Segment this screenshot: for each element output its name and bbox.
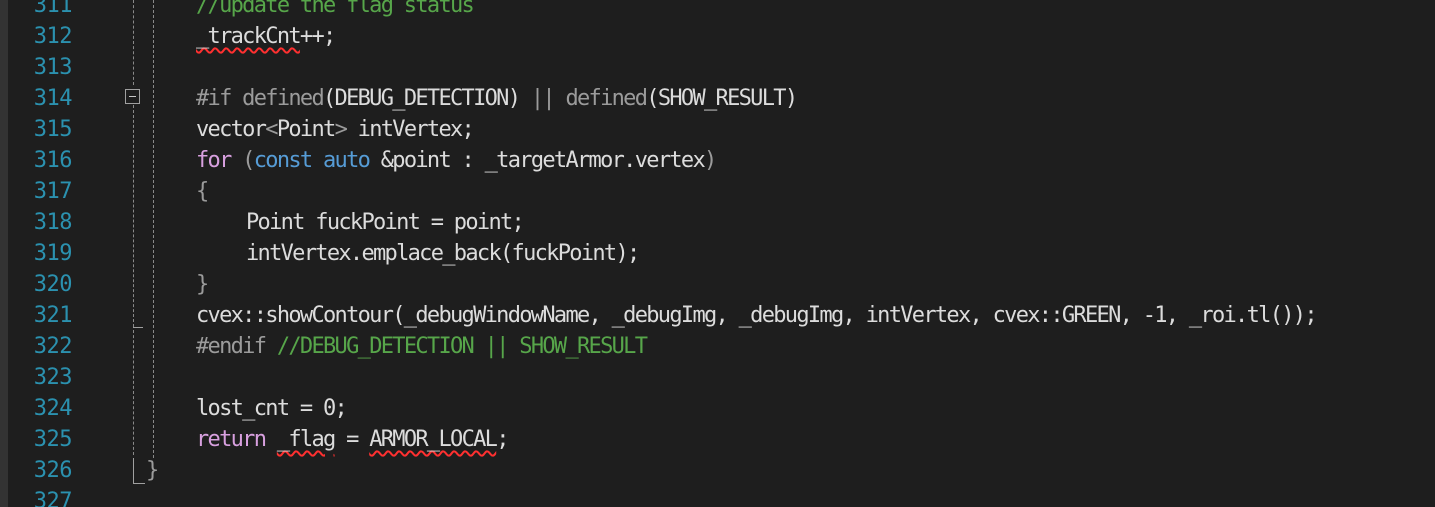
- code-line[interactable]: 319 intVertex.emplace_back(fuckPoint);: [0, 238, 1435, 269]
- line-number: 323: [33, 365, 73, 390]
- line-number: 327: [33, 489, 73, 507]
- code-editor[interactable]: 311 //update the flag status 312 _trackCnt+…: [0, 0, 1435, 507]
- code-token: ++;: [299, 24, 336, 49]
- code-line[interactable]: 326}: [0, 455, 1435, 486]
- code-token: Point fuckPoint = point;: [246, 210, 525, 235]
- code-line[interactable]: 318 Point fuckPoint = point;: [0, 207, 1435, 238]
- line-number: 321: [33, 303, 73, 328]
- code-token: ;: [496, 427, 509, 452]
- code-token: (: [230, 148, 255, 173]
- code-line[interactable]: 320}: [0, 269, 1435, 300]
- code-token: <: [265, 117, 278, 142]
- error-squiggle-token: _trackCnt: [196, 24, 302, 49]
- line-number: 315: [33, 117, 73, 142]
- code-line[interactable]: 316 for (const auto &point : _targetArmor…: [0, 145, 1435, 176]
- code-token: (DEBUG_DETECTION): [323, 86, 521, 111]
- code-token: || defined: [519, 86, 648, 111]
- code-token: =: [334, 427, 370, 452]
- code-token: #if defined: [196, 86, 325, 111]
- code-token: }: [196, 272, 209, 297]
- line-number: 325: [33, 427, 73, 452]
- line-number: 313: [33, 55, 73, 80]
- code-text: {: [196, 176, 209, 207]
- line-number: 316: [33, 148, 73, 173]
- code-text: return _flag = ARMOR_LOCAL;: [196, 424, 509, 455]
- line-number: 322: [33, 334, 73, 359]
- code-text: }: [146, 455, 159, 486]
- code-text: //update the flag status: [196, 0, 475, 21]
- code-token: intVertex.emplace_back(fuckPoint);: [246, 241, 640, 266]
- line-number: 317: [33, 179, 73, 204]
- error-squiggle-token: _flag: [276, 427, 336, 452]
- line-number: 318: [33, 210, 73, 235]
- code-token: const auto: [253, 148, 371, 173]
- code-token: return: [196, 427, 277, 452]
- code-line[interactable]: 324 lost_cnt = 0;: [0, 393, 1435, 424]
- code-token: cvex::showContour(_debugWindowName, _deb…: [196, 303, 1318, 328]
- code-token: //DEBUG_DETECTION || SHOW_RESULT: [276, 334, 648, 359]
- code-text: #endif //DEBUG_DETECTION || SHOW_RESULT: [196, 331, 648, 362]
- code-line[interactable]: 311 //update the flag status: [0, 0, 1435, 21]
- code-token: {: [196, 179, 209, 204]
- code-token: &point : _targetArmor.vertex: [369, 148, 706, 173]
- code-line[interactable]: 317 {: [0, 176, 1435, 207]
- code-text: _trackCnt++;: [196, 21, 336, 52]
- line-number: 314: [33, 86, 73, 111]
- code-text: Point fuckPoint = point;: [246, 207, 525, 238]
- code-token: }: [146, 458, 159, 483]
- line-number: 326: [33, 458, 73, 483]
- code-token: ): [704, 148, 717, 173]
- code-text: }: [196, 269, 209, 300]
- code-token: #endif: [196, 334, 277, 359]
- code-token: Point: [276, 117, 336, 142]
- code-token: >: [334, 117, 348, 142]
- code-line[interactable]: 315 vector<Point> intVertex;: [0, 114, 1435, 145]
- code-text: intVertex.emplace_back(fuckPoint);: [246, 238, 640, 269]
- line-number: 319: [33, 241, 73, 266]
- code-token: intVertex;: [346, 117, 475, 142]
- code-line[interactable]: 314 #if defined(DEBUG_DETECTION) || defin…: [0, 83, 1435, 114]
- code-text: vector<Point> intVertex;: [196, 114, 475, 145]
- code-text: for (const auto &point : _targetArmor.ve…: [196, 145, 717, 176]
- code-line[interactable]: 312 _trackCnt++;: [0, 21, 1435, 52]
- code-text: cvex::showContour(_debugWindowName, _deb…: [196, 300, 1318, 331]
- code-text: #if defined(DEBUG_DETECTION) || defined(…: [196, 83, 798, 114]
- line-number: 320: [33, 272, 73, 297]
- code-token: (SHOW_RESULT): [646, 86, 798, 111]
- code-line[interactable]: 327: [0, 486, 1435, 507]
- code-line[interactable]: 321 cvex::showContour(_debugWindowName, _…: [0, 300, 1435, 331]
- code-line[interactable]: 325 return _flag = ARMOR_LOCAL;: [0, 424, 1435, 455]
- line-number: 312: [33, 24, 73, 49]
- code-token: for: [196, 148, 232, 173]
- error-squiggle-token: ARMOR_LOCAL: [369, 427, 498, 452]
- code-line[interactable]: 313: [0, 52, 1435, 83]
- code-line[interactable]: 322 #endif //DEBUG_DETECTION || SHOW_RESU…: [0, 331, 1435, 362]
- code-token: vector: [196, 117, 267, 142]
- code-line[interactable]: 323: [0, 362, 1435, 393]
- code-token: lost_cnt = 0;: [196, 396, 348, 421]
- code-token: //update the flag status: [196, 0, 475, 18]
- code-text: lost_cnt = 0;: [196, 393, 348, 424]
- line-number: 324: [33, 396, 73, 421]
- line-number: 311: [33, 0, 73, 18]
